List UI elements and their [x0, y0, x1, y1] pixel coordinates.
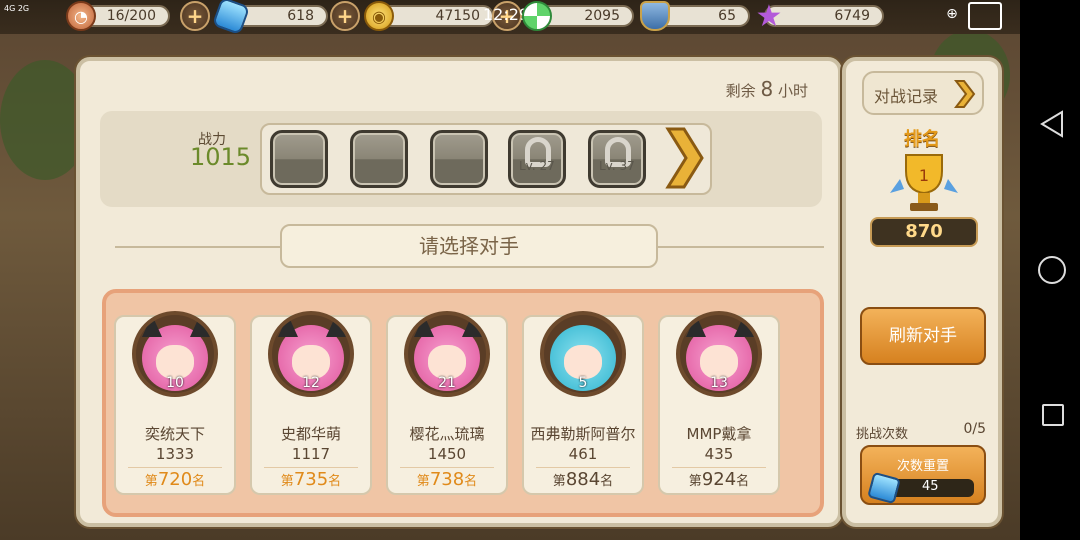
opponent-power: 1333	[155, 445, 195, 463]
diamond-icon	[211, 0, 251, 36]
team-slots: Lv. 27 Lv. 37	[260, 123, 712, 195]
opponent-card[interactable]: 10 奕统天下 1333 第720名	[114, 311, 236, 495]
reset-count-label: 次数重置	[896, 459, 949, 474]
divider	[115, 246, 285, 248]
gold-value: 47150	[435, 8, 480, 24]
side-panel: 对战记录 排名 1 870 刷新对手 挑战次数 0/5 次数重置 45	[842, 57, 1002, 527]
rank-value: 870	[870, 217, 978, 247]
resource-bar: 4G 2G 16/200 ◔ + 618 + 47150 ◉ + 12:29 2…	[0, 0, 1020, 36]
slot-unlock-level: Lv. 27	[519, 159, 555, 173]
challenge-count-label: 挑战次数	[856, 427, 909, 442]
add-diamond-button[interactable]: +	[330, 1, 360, 31]
opponent-rank: 第924名	[688, 469, 750, 490]
opponent-name: 西弗勒斯阿普尔	[530, 425, 636, 443]
screen-lock-icon: ⊕	[946, 6, 958, 22]
purple-star-icon: ★	[755, 0, 783, 34]
chevron-right-icon	[954, 80, 976, 108]
opponent-level: 12	[302, 375, 320, 391]
star-value: 6749	[834, 8, 870, 24]
opponent-card[interactable]: 21 樱花灬琉璃 1450 第738名	[386, 311, 508, 495]
recents-icon[interactable]	[1042, 404, 1064, 426]
gold-coin-icon: ◉	[364, 1, 394, 31]
arena-panel: 剩余 8 小时 战力 1015 Lv. 27 Lv. 37 请选择对手 10 奕…	[76, 57, 842, 527]
home-icon[interactable]	[1038, 256, 1066, 284]
opponent-list: 10 奕统天下 1333 第720名 12 史都华萌 1117 第735名 21…	[102, 289, 824, 517]
back-icon[interactable]	[1040, 110, 1064, 138]
diamond-value: 618	[287, 8, 314, 24]
opponent-level: 10	[166, 375, 184, 391]
add-stamina-button[interactable]: +	[180, 1, 210, 31]
team-slot-locked[interactable]: Lv. 27	[508, 130, 566, 188]
battle-record-button[interactable]: 对战记录	[862, 71, 984, 115]
candy-icon	[522, 1, 552, 31]
honor-badge-icon	[640, 1, 670, 31]
time-remaining: 剩余 8 小时	[726, 77, 808, 101]
opponent-name: 史都华萌	[280, 425, 341, 443]
reset-count-button[interactable]: 次数重置 45	[860, 445, 986, 505]
opponent-avatar: 10	[132, 311, 218, 397]
system-nav-bar	[1020, 0, 1080, 540]
rank-title: 排名	[904, 129, 940, 150]
power-value: 1015	[190, 143, 252, 171]
opponent-card[interactable]: 5 西弗勒斯阿普尔 461 第884名	[522, 311, 644, 495]
opponent-name: 樱花灬琉璃	[409, 425, 485, 443]
select-opponent-title: 请选择对手	[280, 224, 658, 268]
opponent-avatar: 13	[676, 311, 762, 397]
time-remaining-prefix: 剩余	[725, 82, 756, 100]
chevron-right-icon[interactable]	[664, 125, 704, 191]
opponent-avatar: 5	[540, 311, 626, 397]
divider	[658, 246, 824, 248]
diamond-icon	[867, 471, 901, 505]
signal-indicator: 4G 2G	[4, 4, 30, 13]
refresh-opponents-button[interactable]: 刷新对手	[860, 307, 986, 365]
opponent-level: 13	[710, 375, 728, 391]
honor-value: 65	[718, 8, 736, 24]
battery-icon	[968, 2, 1002, 30]
opponent-level: 21	[438, 375, 456, 391]
trophy-icon: 1	[890, 154, 958, 211]
opponent-level: 5	[578, 375, 588, 391]
time-remaining-value: 8	[760, 77, 774, 101]
team-slot-empty[interactable]	[430, 130, 488, 188]
svg-text:1: 1	[919, 166, 929, 185]
opponent-power: 1117	[291, 445, 331, 463]
opponent-card[interactable]: 12 史都华萌 1117 第735名	[250, 311, 372, 495]
time-remaining-suffix: 小时	[777, 82, 808, 100]
battle-record-label: 对战记录	[874, 87, 939, 106]
stamina-value: 16/200	[106, 8, 156, 24]
opponent-name: 奕统天下	[144, 425, 205, 443]
candy-value: 2095	[584, 8, 620, 24]
opponent-avatar: 21	[404, 311, 490, 397]
team-slot-empty[interactable]	[270, 130, 328, 188]
team-slot-locked[interactable]: Lv. 37	[588, 130, 646, 188]
opponent-rank: 第720名	[144, 469, 206, 490]
opponent-name: MMP戴拿	[686, 425, 752, 443]
slot-unlock-level: Lv. 37	[599, 159, 635, 173]
opponent-avatar: 12	[268, 311, 354, 397]
opponent-card[interactable]: 13 MMP戴拿 435 第924名	[658, 311, 780, 495]
challenge-count-value: 0/5	[963, 421, 986, 437]
reset-cost-value: 45	[922, 479, 939, 494]
opponent-power: 1450	[427, 445, 467, 463]
stamina-icon: ◔	[66, 1, 96, 31]
opponent-power: 461	[568, 445, 598, 463]
opponent-rank: 第738名	[416, 469, 478, 490]
opponent-rank: 第735名	[280, 469, 342, 490]
opponent-power: 435	[704, 445, 734, 463]
team-slot-empty[interactable]	[350, 130, 408, 188]
opponent-rank: 第884名	[552, 469, 614, 490]
